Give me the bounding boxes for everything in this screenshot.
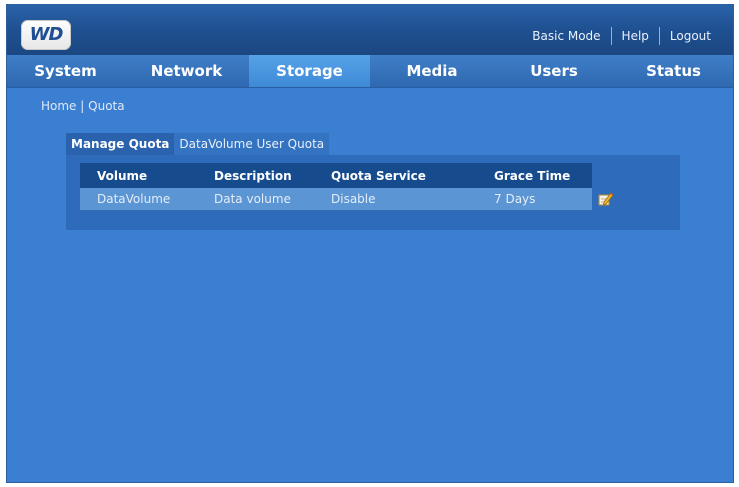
quota-subtabs: Manage Quota DataVolume User Quota xyxy=(66,133,330,155)
tab-user-quota[interactable]: DataVolume User Quota xyxy=(174,133,330,155)
breadcrumb-home[interactable]: Home xyxy=(41,99,76,113)
tab-users[interactable]: Users xyxy=(494,55,614,87)
cell-quota-service: Disable xyxy=(314,188,477,210)
column-header-grace-time: Grace Time xyxy=(477,163,592,188)
tab-manage-quota[interactable]: Manage Quota xyxy=(66,133,175,155)
column-header-description: Description xyxy=(197,163,314,188)
cell-description: Data volume xyxy=(197,188,314,210)
cell-grace-time: 7 Days xyxy=(477,188,592,210)
wd-logo: WD xyxy=(21,20,71,50)
help-link[interactable]: Help xyxy=(612,29,659,43)
tab-network[interactable]: Network xyxy=(124,55,249,87)
tab-system[interactable]: System xyxy=(7,55,124,87)
app-frame: WD Basic Mode Help Logout System Network… xyxy=(6,4,734,483)
column-header-actions xyxy=(592,163,622,188)
breadcrumb: Home | Quota xyxy=(41,99,125,113)
breadcrumb-current: Quota xyxy=(88,99,125,113)
basic-mode-link[interactable]: Basic Mode xyxy=(522,29,610,43)
quota-panel: Volume Description Quota Service Grace T… xyxy=(66,155,680,230)
tab-storage[interactable]: Storage xyxy=(249,55,370,87)
logout-link[interactable]: Logout xyxy=(660,29,721,43)
cell-edit xyxy=(592,188,622,210)
breadcrumb-separator: | xyxy=(80,99,85,113)
column-header-quota-service: Quota Service xyxy=(314,163,477,188)
tab-status[interactable]: Status xyxy=(614,55,733,87)
table-row: DataVolume Data volume Disable 7 Days xyxy=(80,188,622,210)
edit-icon[interactable] xyxy=(598,191,614,207)
tab-media[interactable]: Media xyxy=(370,55,494,87)
quota-table: Volume Description Quota Service Grace T… xyxy=(80,163,622,210)
header: WD Basic Mode Help Logout xyxy=(7,5,733,55)
top-links: Basic Mode Help Logout xyxy=(522,25,721,47)
table-header-row: Volume Description Quota Service Grace T… xyxy=(80,163,622,188)
cell-volume: DataVolume xyxy=(80,188,197,210)
main-nav: System Network Storage Media Users Statu… xyxy=(7,55,733,88)
column-header-volume: Volume xyxy=(80,163,197,188)
